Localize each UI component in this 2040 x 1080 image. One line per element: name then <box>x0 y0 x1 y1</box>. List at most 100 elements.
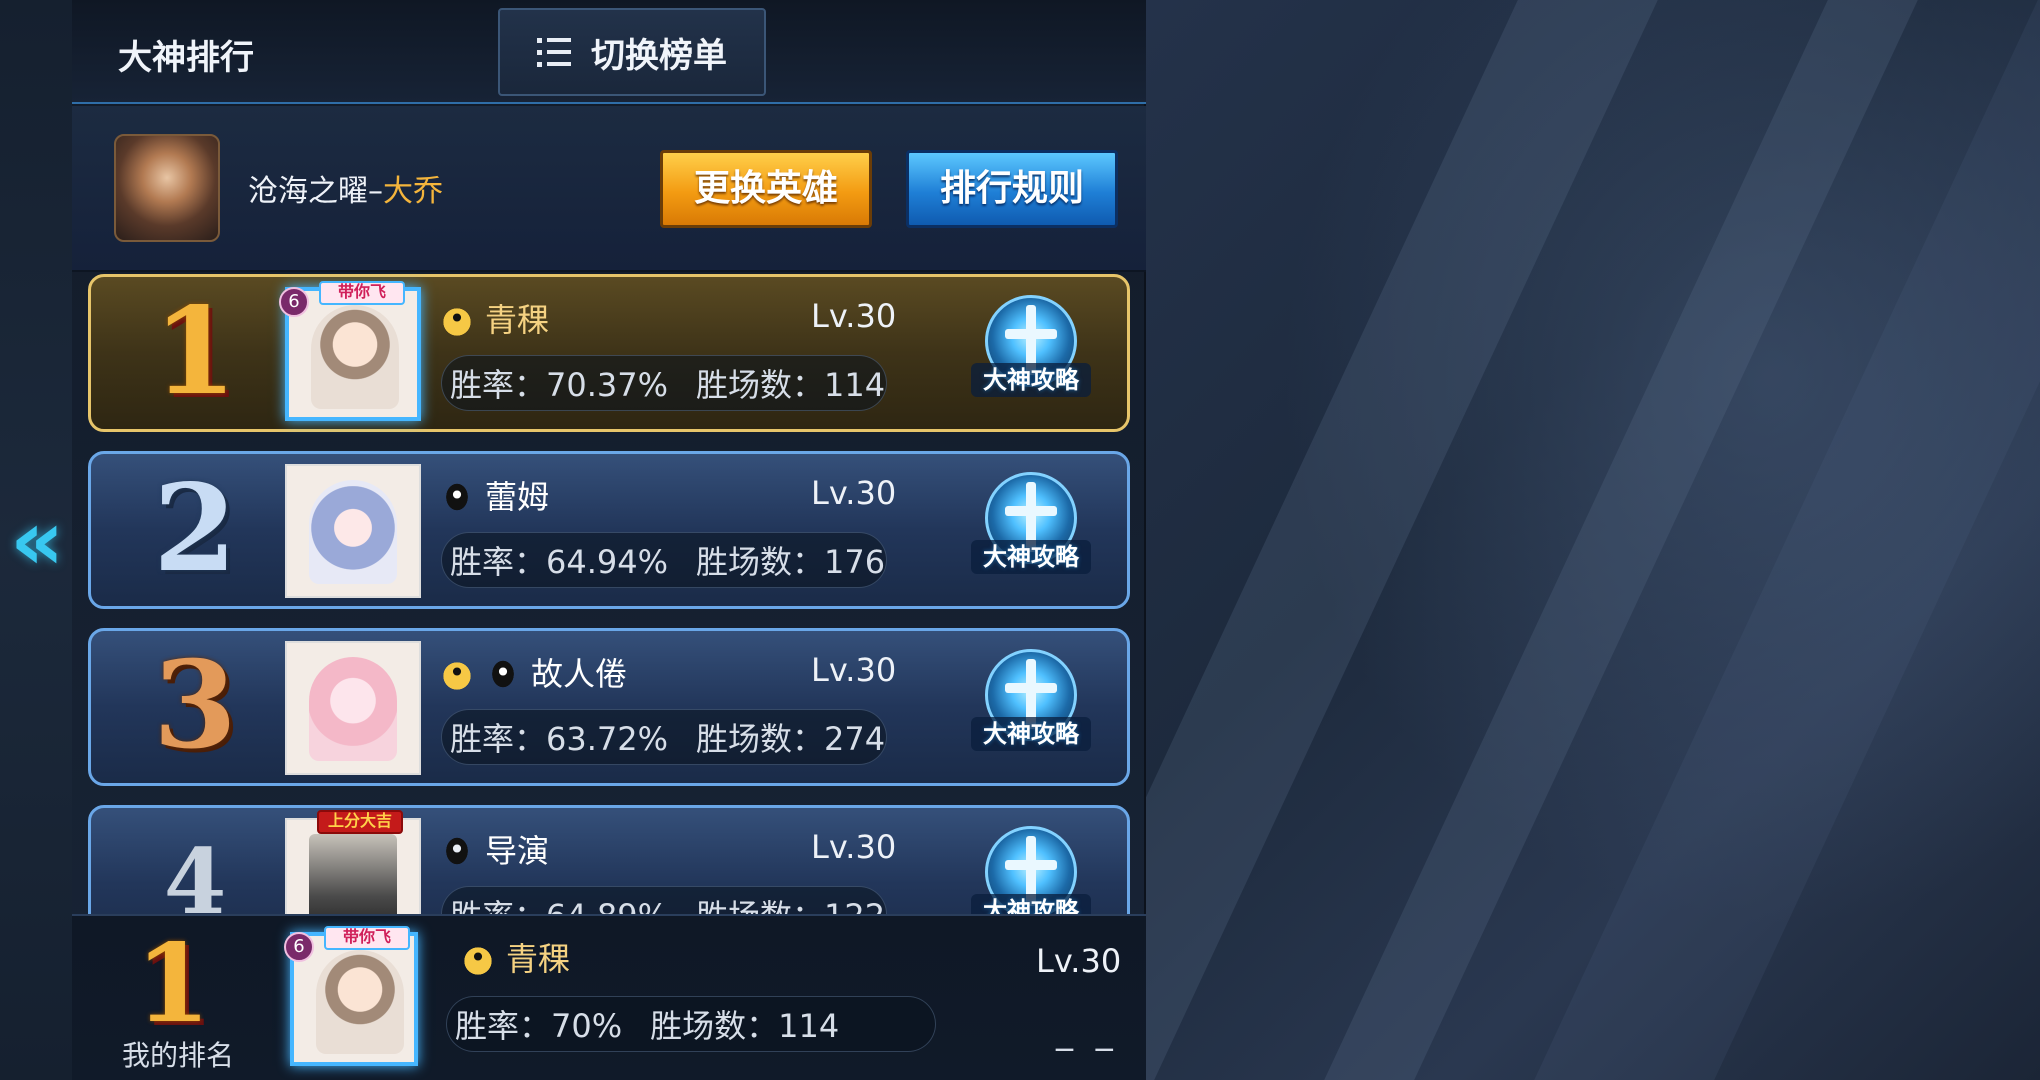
my-avatar[interactable]: 带你飞 6 <box>284 926 418 1066</box>
avatar[interactable] <box>285 641 421 775</box>
background-art <box>1014 0 2040 1080</box>
hero-title: 沧海之曜–大乔 <box>248 166 443 210</box>
avatar-image <box>316 950 404 1054</box>
wins-value: 114 <box>778 1007 840 1045</box>
wins-label: 胜场数： <box>696 543 825 581</box>
page-title: 大神排行 <box>118 38 254 78</box>
ranking-row-3[interactable]: 3 • • 故人倦 Lv.30 胜率：63.72% 胜场数：274 大神攻略 <box>88 628 1130 786</box>
avatar-image <box>309 480 397 584</box>
switch-list-button[interactable]: 切换榜单 <box>498 8 766 96</box>
avatar-image <box>311 305 399 409</box>
hero-avatar[interactable] <box>114 134 220 242</box>
header: 大神排行 切换榜单 <box>72 0 1146 104</box>
wechat-icon: • <box>460 937 496 977</box>
winrate-label: 胜率： <box>450 897 546 914</box>
guide-button[interactable]: 大神攻略 <box>971 472 1091 582</box>
wins: 胜场数：122 <box>696 891 885 914</box>
stats: 胜率：63.72% 胜场数：274 <box>441 709 887 765</box>
player-level: Lv.30 <box>811 297 897 335</box>
stats: 胜率：64.89% 胜场数：122 <box>441 886 887 914</box>
my-rank-bar: 1 我的排名 带你飞 6 • 青稞 Lv.30 胜率：70% 胜场数：114 _… <box>72 914 1146 1080</box>
winrate: 胜率：70.37% <box>450 360 668 406</box>
winrate: 胜率：70% <box>455 1001 622 1047</box>
winrate-value: 70% <box>551 1007 623 1045</box>
qq-icon: • <box>485 652 521 692</box>
stats: 胜率：64.94% 胜场数：176 <box>441 532 887 588</box>
ranking-list[interactable]: 1 带你飞 6 • 青稞 Lv.30 胜率：70.37% 胜场数：114 大神攻… <box>72 272 1146 914</box>
name-line: • 导演 <box>439 826 549 872</box>
rank-badge: 2 <box>153 457 237 599</box>
winrate-label: 胜率： <box>450 543 547 581</box>
winrate-label: 胜率： <box>450 366 547 404</box>
winrate-label: 胜率： <box>450 720 547 758</box>
name-line: • 青稞 <box>439 295 549 341</box>
wins-value: 114 <box>824 366 886 404</box>
player-name: 青稞 <box>485 301 550 339</box>
my-rank-badge: 1 <box>135 921 211 1047</box>
name-line: • 蕾姆 <box>439 472 549 518</box>
guide-button[interactable]: 大神攻略 <box>971 649 1091 759</box>
winrate-value: 64.89% <box>546 897 668 914</box>
guide-button[interactable]: 大神攻略 <box>971 826 1091 914</box>
guide-button[interactable]: 大神攻略 <box>971 295 1091 405</box>
ranking-row-2[interactable]: 2 • 蕾姆 Lv.30 胜率：64.94% 胜场数：176 大神攻略 <box>88 451 1130 609</box>
avatar[interactable] <box>285 464 421 598</box>
guide-label: 大神攻略 <box>971 540 1091 574</box>
rank-trend: _ _ <box>1056 1012 1119 1052</box>
avatar-level-badge: 6 <box>284 932 314 962</box>
stats: 胜率：70.37% 胜场数：114 <box>441 355 887 411</box>
wins-label: 胜场数： <box>696 897 824 914</box>
winrate-value: 70.37% <box>546 366 669 404</box>
wins: 胜场数：274 <box>696 714 885 760</box>
ranking-panel: 大神排行 切换榜单 沧海之曜–大乔 更换英雄 排行规则 1 带你飞 6 • 青稞… <box>72 0 1146 1080</box>
wins-value: 176 <box>824 543 886 581</box>
player-name: 导演 <box>485 832 550 870</box>
winrate-value: 64.94% <box>546 543 669 581</box>
winrate-label: 胜率： <box>455 1007 552 1045</box>
wins-value: 122 <box>824 897 885 914</box>
switch-list-label: 切换榜单 <box>591 35 727 76</box>
player-name: 故人倦 <box>531 655 628 693</box>
avatar-level-badge: 6 <box>279 287 309 317</box>
qq-icon: • <box>439 829 475 869</box>
rank-badge: 3 <box>153 634 237 776</box>
winrate: 胜率：64.89% <box>450 891 668 914</box>
player-level: Lv.30 <box>811 474 897 512</box>
player-name: 沧海之曜 <box>248 174 368 209</box>
change-hero-button[interactable]: 更换英雄 <box>660 150 872 228</box>
name-line: • 青稞 <box>460 934 570 980</box>
wechat-icon: • <box>439 298 475 338</box>
ranking-row-1[interactable]: 1 带你飞 6 • 青稞 Lv.30 胜率：70.37% 胜场数：114 大神攻… <box>88 274 1130 432</box>
my-player-name: 青稞 <box>506 940 571 978</box>
wins: 胜场数：176 <box>696 537 885 583</box>
winrate-value: 63.72% <box>546 720 669 758</box>
avatar[interactable]: 带你飞 6 <box>279 281 421 421</box>
avatar[interactable]: 上分大吉 <box>285 810 421 914</box>
ranking-rules-button[interactable]: 排行规则 <box>906 150 1118 228</box>
wechat-icon: • <box>439 652 475 692</box>
wins: 胜场数：114 <box>650 1001 839 1047</box>
guide-label: 大神攻略 <box>971 894 1091 914</box>
wins-label: 胜场数： <box>696 366 825 404</box>
hero-name: 大乔 <box>383 174 443 209</box>
avatar-banner: 带你飞 <box>324 926 410 950</box>
player-level: Lv.30 <box>811 651 897 689</box>
wins-label: 胜场数： <box>696 720 825 758</box>
ranking-row-4[interactable]: 4 上分大吉 • 导演 Lv.30 胜率：64.89% 胜场数：122 大神攻略 <box>88 805 1130 914</box>
avatar-image <box>309 657 397 761</box>
wins-label: 胜场数： <box>650 1007 779 1045</box>
back-arrow-icon[interactable]: « <box>10 490 66 590</box>
my-rank-label: 我的排名 <box>121 1039 234 1072</box>
avatar-banner: 上分大吉 <box>317 810 403 834</box>
list-icon <box>537 37 571 67</box>
qq-icon: • <box>439 475 475 515</box>
wins-value: 274 <box>824 720 886 758</box>
name-line: • • 故人倦 <box>439 649 627 695</box>
avatar-image <box>309 834 397 914</box>
my-level: Lv.30 <box>1036 942 1122 980</box>
rank-badge: 4 <box>163 829 227 914</box>
wins: 胜场数：114 <box>696 360 885 406</box>
hero-bar: 沧海之曜–大乔 更换英雄 排行规则 <box>72 106 1146 272</box>
my-stats: 胜率：70% 胜场数：114 <box>446 996 936 1052</box>
player-name: 蕾姆 <box>485 478 550 516</box>
